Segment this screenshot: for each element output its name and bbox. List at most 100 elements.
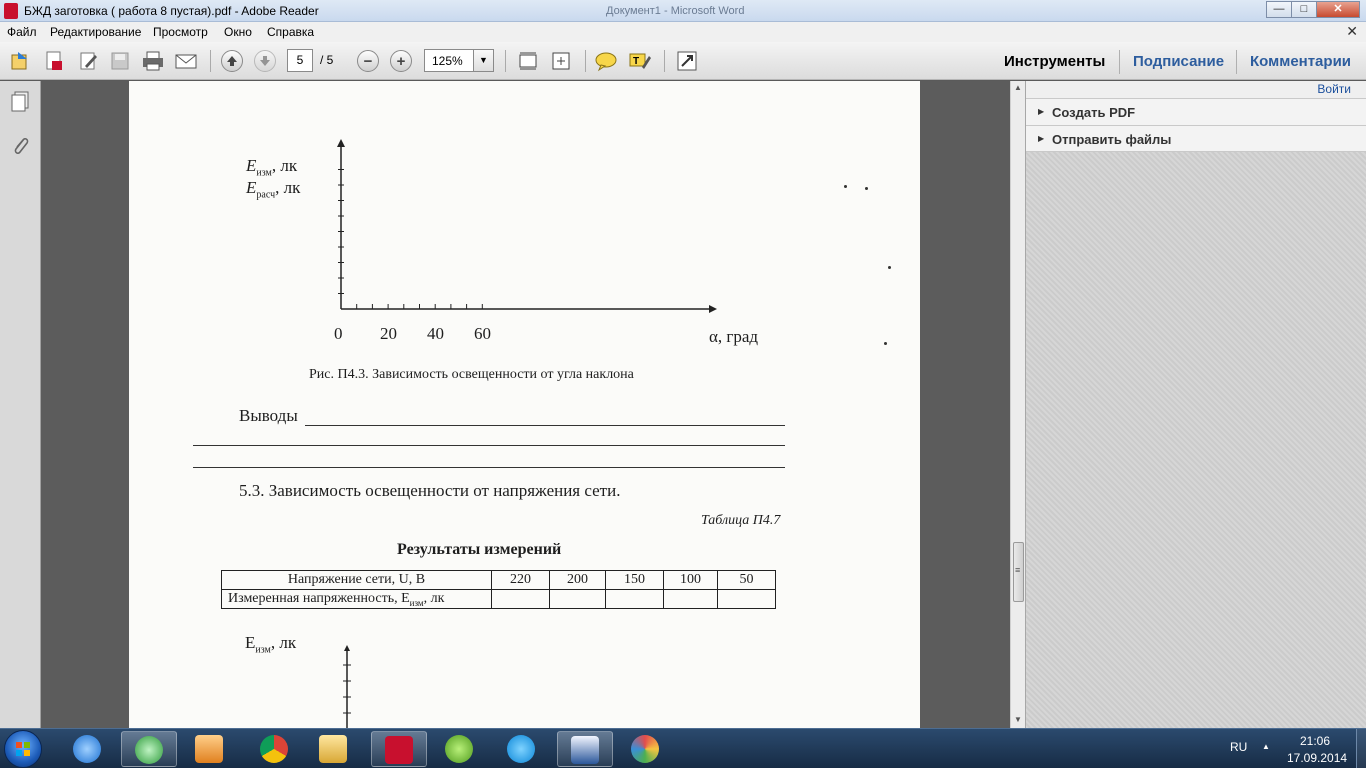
window-title: БЖД заготовка ( работа 8 пустая).pdf - A… <box>24 4 319 18</box>
toolbar-separator <box>210 50 211 72</box>
zoom-out-icon[interactable]: − <box>356 49 380 73</box>
minimize-button[interactable]: — <box>1266 1 1292 18</box>
scroll-up-icon[interactable]: ▲ <box>1014 83 1022 92</box>
taskbar-skype-icon[interactable] <box>494 731 550 767</box>
comment-bubble-icon[interactable] <box>594 49 618 73</box>
chevron-down-icon[interactable]: ▼ <box>473 50 493 71</box>
taskbar-utorrent-icon[interactable] <box>432 731 488 767</box>
full-screen-fit-icon[interactable] <box>549 49 573 73</box>
taskbar-file-explorer-icon[interactable] <box>306 731 362 767</box>
attachments-paperclip-icon[interactable] <box>9 133 31 160</box>
taskbar <box>0 728 1366 768</box>
taskbar-word-icon[interactable] <box>557 731 613 767</box>
zoom-in-icon[interactable]: + <box>389 49 413 73</box>
show-desktop-button[interactable] <box>1356 729 1366 768</box>
taskbar-messenger-icon[interactable] <box>121 731 177 767</box>
expand-triangle-icon: ▶ <box>1038 134 1045 143</box>
navigation-pane <box>0 81 41 728</box>
panel-send-files-label: Отправить файлы <box>1052 132 1172 147</box>
close-button[interactable]: ✕ <box>1316 1 1360 18</box>
tab-comments[interactable]: Комментарии <box>1250 53 1351 70</box>
email-icon[interactable] <box>174 49 198 73</box>
background-window-title: Документ1 - Microsoft Word <box>606 5 745 17</box>
conclusions-line <box>193 445 785 446</box>
chart1-xlabel: α, град <box>709 327 759 346</box>
table-cell <box>605 589 664 609</box>
table-cell: 100 <box>663 570 718 590</box>
menu-help[interactable]: Справка <box>267 25 314 39</box>
start-button[interactable] <box>4 730 42 768</box>
conclusions-line <box>305 425 785 426</box>
chart1-xtick-40: 40 <box>427 324 444 343</box>
panel-create-pdf[interactable]: ▶ Создать PDF <box>1026 98 1366 125</box>
taskbar-media-player-icon[interactable] <box>182 731 238 767</box>
chart1-caption: Рис. П4.3. Зависимость освещенности от у… <box>309 367 634 382</box>
measurements-table: Напряжение сети, U, В 220 200 150 100 50… <box>221 570 776 609</box>
next-page-icon[interactable] <box>253 49 277 73</box>
panel-create-pdf-label: Создать PDF <box>1052 105 1136 120</box>
toolbar-separator <box>585 50 586 72</box>
tab-sign[interactable]: Подписание <box>1133 53 1224 70</box>
login-link[interactable]: Войти <box>1317 82 1351 96</box>
table-cell: 220 <box>491 570 550 590</box>
vertical-scrollbar[interactable]: ▲ ≡ ▼ <box>1010 81 1025 728</box>
chart1-ylabel-measured: Eизм, лк <box>246 156 298 179</box>
expand-triangle-icon: ▶ <box>1038 107 1045 116</box>
page-thumbnails-icon[interactable] <box>9 90 31 115</box>
table-cell: 200 <box>549 570 606 590</box>
read-mode-expand-icon[interactable] <box>675 49 699 73</box>
create-pdf-icon[interactable] <box>42 49 66 73</box>
menu-file[interactable]: Файл <box>7 25 37 39</box>
menu-bar: Файл Редактирование Просмотр Окно Справк… <box>0 22 1366 42</box>
open-file-icon[interactable] <box>8 49 32 73</box>
document-viewer[interactable]: Eизм, лк Eрасч, лк 0 20 40 60 α, град Ри… <box>41 81 1010 728</box>
zoom-select[interactable]: 125% ▼ <box>424 49 494 72</box>
save-icon[interactable] <box>108 49 132 73</box>
toolbar-separator <box>664 50 665 72</box>
print-icon[interactable] <box>141 49 165 73</box>
taskbar-adobe-reader-icon[interactable] <box>371 731 427 767</box>
scan-speck <box>888 266 891 269</box>
menu-view[interactable]: Просмотр <box>153 25 208 39</box>
table-cell: 50 <box>717 570 776 590</box>
scroll-down-icon[interactable]: ▼ <box>1014 715 1022 724</box>
chart1-xtick-60: 60 <box>474 324 491 343</box>
chart1-y-arrow <box>337 139 345 147</box>
chart2-y-arrow <box>344 645 350 651</box>
chart2-ylabel: Eизм, лк <box>245 633 297 656</box>
previous-page-icon[interactable] <box>220 49 244 73</box>
clock-date[interactable]: 17.09.2014 <box>1287 751 1347 765</box>
highlight-text-icon[interactable]: T <box>628 49 652 73</box>
pdf-page: Eизм, лк Eрасч, лк 0 20 40 60 α, град Ри… <box>129 81 920 728</box>
panel-send-files[interactable]: ▶ Отправить файлы <box>1026 125 1366 152</box>
menu-window[interactable]: Окно <box>224 25 252 39</box>
table-row: Измеренная напряженность, Eизм, лк <box>221 589 776 609</box>
chart1-ylabel-calculated: Eрасч, лк <box>246 178 301 201</box>
maximize-button[interactable]: □ <box>1291 1 1317 18</box>
taskbar-internet-explorer-icon[interactable] <box>60 731 116 767</box>
table-row: Напряжение сети, U, В 220 200 150 100 50 <box>221 570 776 590</box>
edit-document-icon[interactable] <box>76 49 100 73</box>
taskbar-paint-icon[interactable] <box>618 731 674 767</box>
scan-speck <box>865 187 868 190</box>
tray-expand-icon[interactable]: ▲ <box>1262 742 1270 751</box>
clock-time[interactable]: 21:06 <box>1300 734 1330 748</box>
table-cell <box>491 589 550 609</box>
scrollbar-grip-icon: ≡ <box>1015 565 1021 575</box>
table-label: Таблица П4.7 <box>701 513 781 528</box>
page-total: / 5 <box>320 53 334 67</box>
language-indicator[interactable]: RU <box>1230 740 1247 754</box>
tab-separator <box>1119 50 1120 74</box>
fit-page-icon[interactable] <box>516 49 540 73</box>
taskbar-chrome-icon[interactable] <box>247 731 303 767</box>
scrollbar-thumb[interactable]: ≡ <box>1013 542 1024 602</box>
svg-text:T: T <box>633 56 639 67</box>
tab-tools[interactable]: Инструменты <box>1004 53 1105 70</box>
tab-separator <box>1236 50 1237 74</box>
menu-edit[interactable]: Редактирование <box>50 25 141 39</box>
table-cell: 150 <box>605 570 664 590</box>
table-header-illuminance: Измеренная напряженность, Eизм, лк <box>221 589 492 609</box>
menu-close-icon[interactable]: ✕ <box>1346 23 1358 40</box>
page-number-input[interactable]: 5 <box>287 49 313 72</box>
chart1-axes <box>337 139 717 313</box>
